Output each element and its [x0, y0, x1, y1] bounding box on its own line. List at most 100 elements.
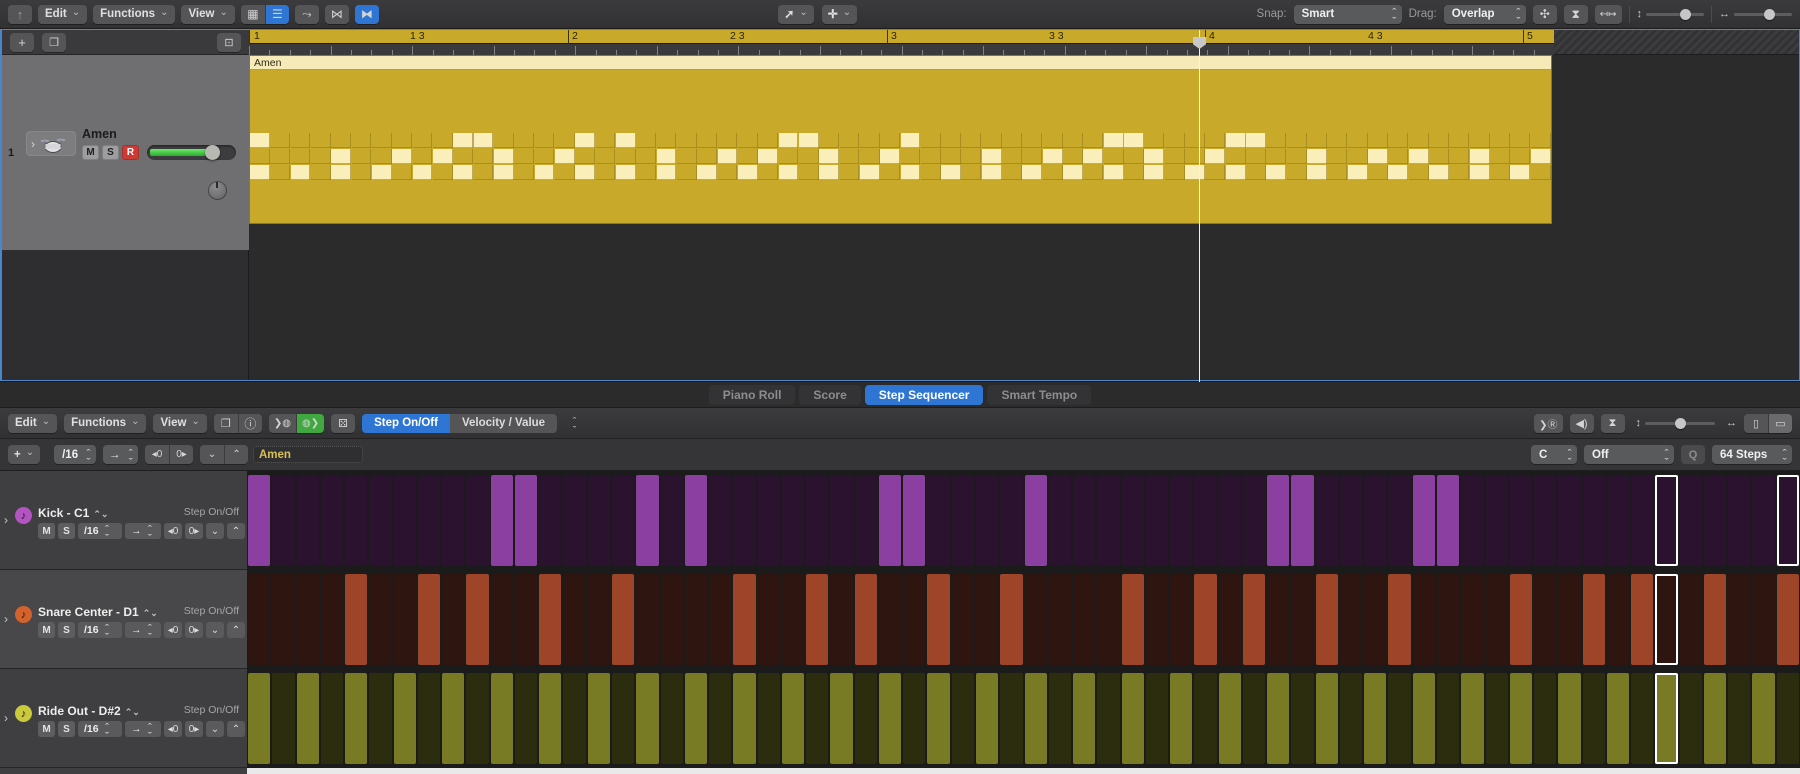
midi-in-icon[interactable]: ❯◍ [268, 413, 296, 433]
add-track-button[interactable]: + [10, 32, 34, 52]
sequencer-step-grid[interactable] [247, 570, 1800, 669]
pointer-tool-selector[interactable]: ➚ [778, 4, 814, 24]
step-cell[interactable] [320, 673, 344, 764]
step-cell[interactable] [1485, 574, 1508, 665]
step-cell[interactable] [1485, 475, 1508, 566]
pattern-rate-popup[interactable]: /16 ⌃ ⌄ [54, 445, 96, 464]
step-cell[interactable] [1631, 673, 1654, 764]
row-solo-button[interactable]: S [58, 622, 75, 638]
split-pane-icon[interactable]: ▭ [1768, 413, 1792, 433]
tab-score[interactable]: Score [799, 384, 861, 405]
step-cell[interactable] [1776, 574, 1799, 665]
step-cell[interactable] [1703, 475, 1727, 566]
row-rotate-down-icon[interactable]: ⌄ [206, 622, 224, 638]
mode-stepper-icon[interactable]: ⌃ ⌄ [571, 417, 578, 429]
row-rate-popup[interactable]: /16 ⌃ ⌄ [78, 721, 122, 737]
row-playmode-popup[interactable]: → ⌃ ⌄ [125, 622, 161, 638]
step-cell[interactable] [1194, 673, 1217, 764]
step-cell[interactable] [830, 673, 853, 764]
track-lane[interactable]: Amen [249, 55, 1799, 380]
step-cell[interactable] [1461, 673, 1484, 764]
row-start-point-icon[interactable]: ◂0 [164, 721, 182, 737]
step-cell[interactable] [1267, 673, 1290, 764]
step-cell[interactable] [1582, 673, 1605, 764]
row-solo-button[interactable]: S [58, 523, 75, 539]
step-cell[interactable] [806, 673, 829, 764]
record-into-pattern-icon[interactable]: ❯Ⓡ [1534, 413, 1563, 433]
step-cell[interactable] [903, 574, 926, 665]
step-cell[interactable] [1145, 475, 1169, 566]
step-cell[interactable] [781, 673, 805, 764]
step-cell[interactable] [1364, 574, 1387, 665]
step-cell[interactable] [1485, 673, 1508, 764]
step-cell[interactable] [1655, 673, 1678, 764]
step-cell[interactable] [1655, 475, 1678, 566]
step-cell[interactable] [1097, 574, 1120, 665]
step-cell[interactable] [709, 475, 732, 566]
step-cell[interactable] [563, 475, 586, 566]
step-cell[interactable] [1655, 574, 1678, 665]
step-cell[interactable] [1412, 673, 1436, 764]
step-cell[interactable] [1097, 475, 1120, 566]
functions-menu[interactable]: Functions [93, 4, 176, 24]
step-cell[interactable] [1291, 673, 1314, 764]
step-cell[interactable] [1364, 673, 1387, 764]
step-cell[interactable] [1315, 574, 1338, 665]
step-cell[interactable] [296, 673, 319, 764]
step-cell[interactable] [975, 574, 999, 665]
row-instrument-icon[interactable]: ♪ [15, 606, 32, 623]
step-cell[interactable] [490, 475, 513, 566]
step-cell[interactable] [1218, 574, 1241, 665]
step-cell[interactable] [611, 673, 635, 764]
vertical-zoom-slider[interactable]: ↕ [1637, 8, 1704, 20]
step-cell[interactable] [1242, 574, 1266, 665]
scale-popup[interactable]: Off ⌃ ⌄ [1584, 445, 1674, 464]
step-cell[interactable] [757, 574, 780, 665]
snap-popup[interactable]: Smart ⌃ ⌄ [1293, 4, 1402, 24]
step-cell[interactable] [1703, 574, 1727, 665]
step-cell[interactable] [1437, 475, 1460, 566]
midi-out-icon[interactable]: ◍❯ [295, 413, 325, 433]
sequencer-view-menu[interactable]: View [153, 413, 207, 433]
step-cell[interactable] [1752, 475, 1775, 566]
drag-popup[interactable]: Overlap ⌃ ⌄ [1443, 4, 1526, 24]
step-cell[interactable] [684, 574, 708, 665]
step-cell[interactable] [733, 475, 756, 566]
step-cell[interactable] [1728, 574, 1751, 665]
step-cell[interactable] [781, 475, 805, 566]
step-cell[interactable] [975, 673, 999, 764]
step-cell[interactable] [1606, 673, 1630, 764]
step-cell[interactable] [1606, 574, 1630, 665]
step-cell[interactable] [320, 475, 344, 566]
speaker-icon[interactable]: ◀) [1569, 413, 1594, 433]
pattern-name-field[interactable]: Amen [253, 446, 363, 463]
row-rotate-down-icon[interactable]: ⌄ [206, 721, 224, 737]
fit-selection-icon[interactable]: ↤↦ [1594, 4, 1622, 24]
step-cell[interactable] [830, 574, 853, 665]
quantize-button[interactable]: Q [1681, 445, 1705, 464]
step-cell[interactable] [248, 475, 271, 566]
row-name[interactable]: Snare Center - D1 ⌃⌄ [38, 605, 158, 619]
step-cell[interactable] [1412, 475, 1436, 566]
step-cell[interactable] [1121, 475, 1144, 566]
flex-icon[interactable]: ⋈ [324, 4, 349, 24]
timeline-ruler[interactable]: 1 1 3 2 2 3 3 3 3 4 4 3 5 [249, 30, 1799, 55]
step-cell[interactable] [927, 673, 950, 764]
step-cell[interactable] [1170, 673, 1193, 764]
row-instrument-icon[interactable]: ♪ [15, 507, 32, 524]
step-cell[interactable] [927, 574, 950, 665]
step-cell[interactable] [660, 574, 683, 665]
step-cell[interactable] [1121, 673, 1144, 764]
step-cell[interactable] [369, 673, 392, 764]
tab-step-sequencer[interactable]: Step Sequencer [864, 384, 984, 405]
step-cell[interactable] [1776, 475, 1799, 566]
step-cell[interactable] [1437, 574, 1460, 665]
step-cell[interactable] [927, 475, 950, 566]
step-cell[interactable] [1509, 475, 1533, 566]
step-cell[interactable] [951, 475, 974, 566]
step-cell[interactable] [1194, 475, 1217, 566]
step-cell[interactable] [1048, 673, 1072, 764]
step-cell[interactable] [1339, 574, 1363, 665]
pan-knob[interactable] [208, 181, 227, 200]
step-cell[interactable] [466, 673, 489, 764]
